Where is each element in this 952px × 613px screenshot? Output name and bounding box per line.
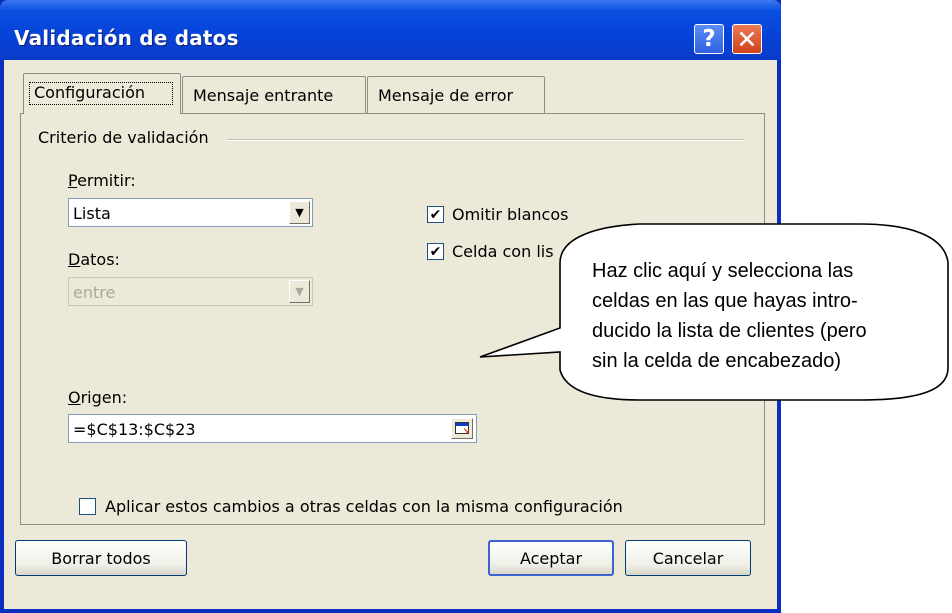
- group-divider: [227, 139, 745, 141]
- help-button[interactable]: ?: [694, 24, 724, 54]
- arrow-icon: ↘: [462, 427, 470, 437]
- callout-line: ducido la lista de clientes (pero: [592, 320, 867, 342]
- origen-label: Origen:: [68, 388, 128, 407]
- close-button[interactable]: ✕: [732, 24, 762, 54]
- check-icon: ✔: [429, 243, 442, 260]
- chevron-down-icon[interactable]: ▼: [289, 201, 310, 224]
- permitir-label: Permitir:: [68, 171, 136, 190]
- omitir-blancos-label[interactable]: Omitir blancos: [452, 205, 568, 224]
- tab-label: Mensaje entrante: [193, 86, 334, 105]
- datos-value: entre: [73, 283, 116, 302]
- permitir-label-rest: ermitir:: [77, 171, 136, 190]
- aplicar-cambios-label[interactable]: Aplicar estos cambios a otras celdas con…: [105, 497, 623, 516]
- title-bar: Validación de datos ? ✕: [0, 0, 781, 60]
- permitir-select[interactable]: Lista ▼: [68, 198, 313, 227]
- borrar-todos-button[interactable]: Borrar todos: [15, 540, 187, 576]
- group-label: Criterio de validación: [38, 128, 209, 147]
- datos-label: Datos:: [68, 250, 120, 269]
- tab-mensaje-de-error[interactable]: Mensaje de error: [367, 76, 545, 114]
- tab-configuracion[interactable]: Configuración: [23, 73, 181, 114]
- datos-label-rest: atos:: [80, 250, 120, 269]
- aceptar-button[interactable]: Aceptar: [488, 540, 614, 576]
- tab-label: Configuración: [34, 83, 146, 102]
- chevron-down-icon: ▼: [289, 280, 310, 303]
- dialog-title: Validación de datos: [14, 26, 239, 50]
- callout-line: celdas en las que hayas intro-: [592, 290, 858, 312]
- omitir-blancos-checkbox[interactable]: ✔: [427, 206, 444, 223]
- callout-line: Haz clic aquí y selecciona las: [592, 260, 854, 282]
- permitir-value: Lista: [73, 204, 111, 223]
- celda-con-lista-label[interactable]: Celda con lis: [452, 242, 554, 261]
- tab-label: Mensaje de error: [378, 86, 514, 105]
- celda-con-lista-checkbox[interactable]: ✔: [427, 243, 444, 260]
- aplicar-cambios-checkbox[interactable]: [79, 498, 96, 515]
- cancelar-button[interactable]: Cancelar: [625, 540, 751, 576]
- collapse-dialog-button[interactable]: ↘: [451, 418, 473, 439]
- datos-select: entre ▼: [68, 277, 313, 306]
- origen-input[interactable]: =$C$13:$C$23 ↘: [68, 414, 477, 443]
- callout-text: Haz clic aquí y selecciona las celdas en…: [592, 256, 942, 376]
- callout-line: sin la celda de encabezado): [592, 350, 842, 372]
- check-icon: ✔: [429, 206, 442, 223]
- origen-label-rest: rigen:: [80, 388, 128, 407]
- tab-mensaje-entrante[interactable]: Mensaje entrante: [182, 76, 366, 114]
- origen-value: =$C$13:$C$23: [73, 420, 196, 439]
